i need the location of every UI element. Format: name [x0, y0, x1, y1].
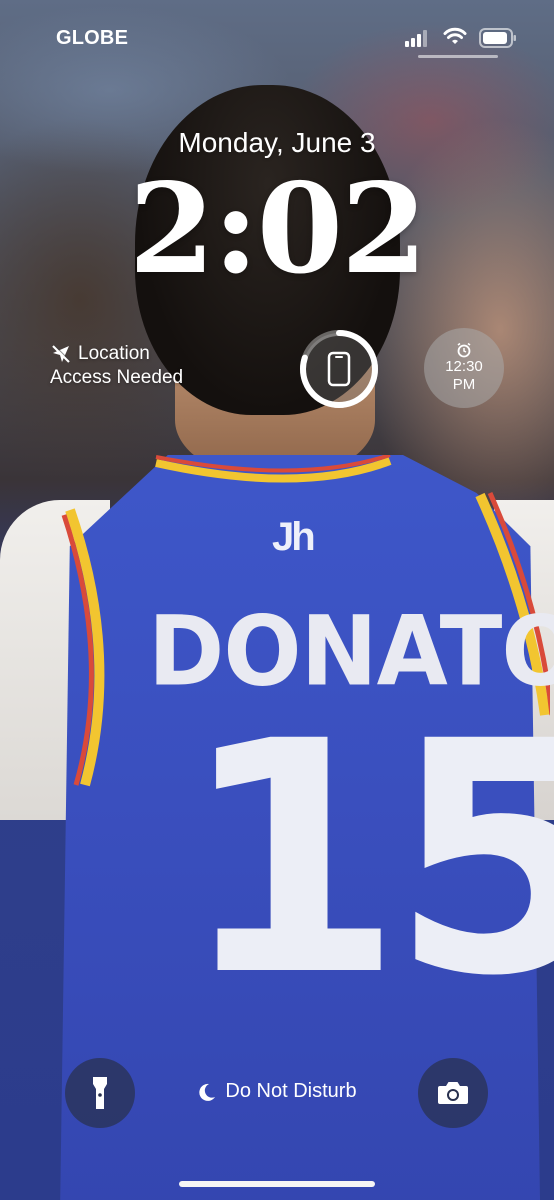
carrier-name: GLOBE [56, 27, 129, 49]
jersey-number: 15 [180, 674, 554, 1046]
location-slash-icon [52, 344, 71, 363]
lock-screen-time[interactable]: 2:02 [0, 168, 554, 292]
alarm-period: PM [452, 376, 476, 393]
home-indicator[interactable] [179, 1181, 375, 1187]
camera-icon [438, 1082, 468, 1104]
battery-icon [479, 28, 516, 48]
alarm-time: 12:30 [445, 358, 483, 375]
location-widget-subtitle: Access Needed [50, 367, 184, 388]
moon-icon [199, 1083, 216, 1101]
alarm-widget[interactable]: 12:30 PM [424, 328, 504, 408]
location-widget-title: Location [78, 343, 150, 364]
status-bar: GLOBE [0, 0, 554, 76]
location-widget[interactable]: Location Access Needed [50, 342, 230, 390]
status-bar-indicator [418, 55, 498, 58]
lock-screen-date: Monday, June 3 [178, 127, 376, 158]
wifi-icon [443, 27, 467, 44]
focus-mode-label: Do Not Disturb [225, 1080, 357, 1102]
alarm-clock-icon [457, 342, 471, 358]
battery-widget[interactable] [298, 328, 380, 410]
camera-button[interactable] [418, 1058, 488, 1128]
cellular-signal-icon [405, 29, 431, 47]
jersey-logo: Jh [272, 515, 316, 559]
